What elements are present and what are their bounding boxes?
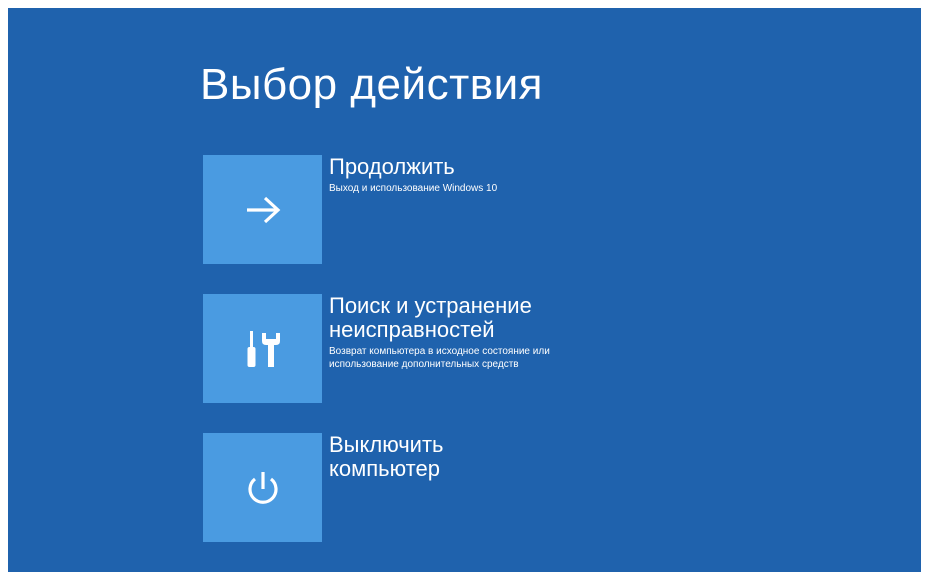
troubleshoot-title: Поиск и устранение неисправностей — [329, 293, 532, 342]
shutdown-text: Выключить компьютер — [329, 433, 749, 481]
page-title: Выбор действия — [200, 60, 543, 109]
continue-tile[interactable] — [203, 155, 322, 264]
continue-text: Продолжить Выход и использование Windows… — [329, 155, 749, 195]
arrow-right-icon — [246, 196, 280, 223]
troubleshoot-option[interactable]: Поиск и устранение неисправностей Возвра… — [203, 294, 763, 406]
choose-option-screen: Выбор действия Продолжить Выход и исполь… — [8, 8, 921, 572]
continue-description: Выход и использование Windows 10 — [329, 183, 498, 194]
continue-title: Продолжить — [329, 154, 455, 179]
troubleshoot-tile[interactable] — [203, 294, 322, 403]
tools-icon — [247, 330, 280, 367]
continue-option[interactable]: Продолжить Выход и использование Windows… — [203, 155, 763, 267]
shutdown-title: Выключить компьютер — [329, 432, 444, 481]
shutdown-tile[interactable] — [203, 433, 322, 542]
power-icon — [247, 471, 278, 504]
shutdown-option[interactable]: Выключить компьютер — [203, 433, 763, 545]
troubleshoot-description: Возврат компьютера в исходное состояние … — [329, 346, 550, 370]
troubleshoot-text: Поиск и устранение неисправностей Возвра… — [329, 294, 749, 371]
